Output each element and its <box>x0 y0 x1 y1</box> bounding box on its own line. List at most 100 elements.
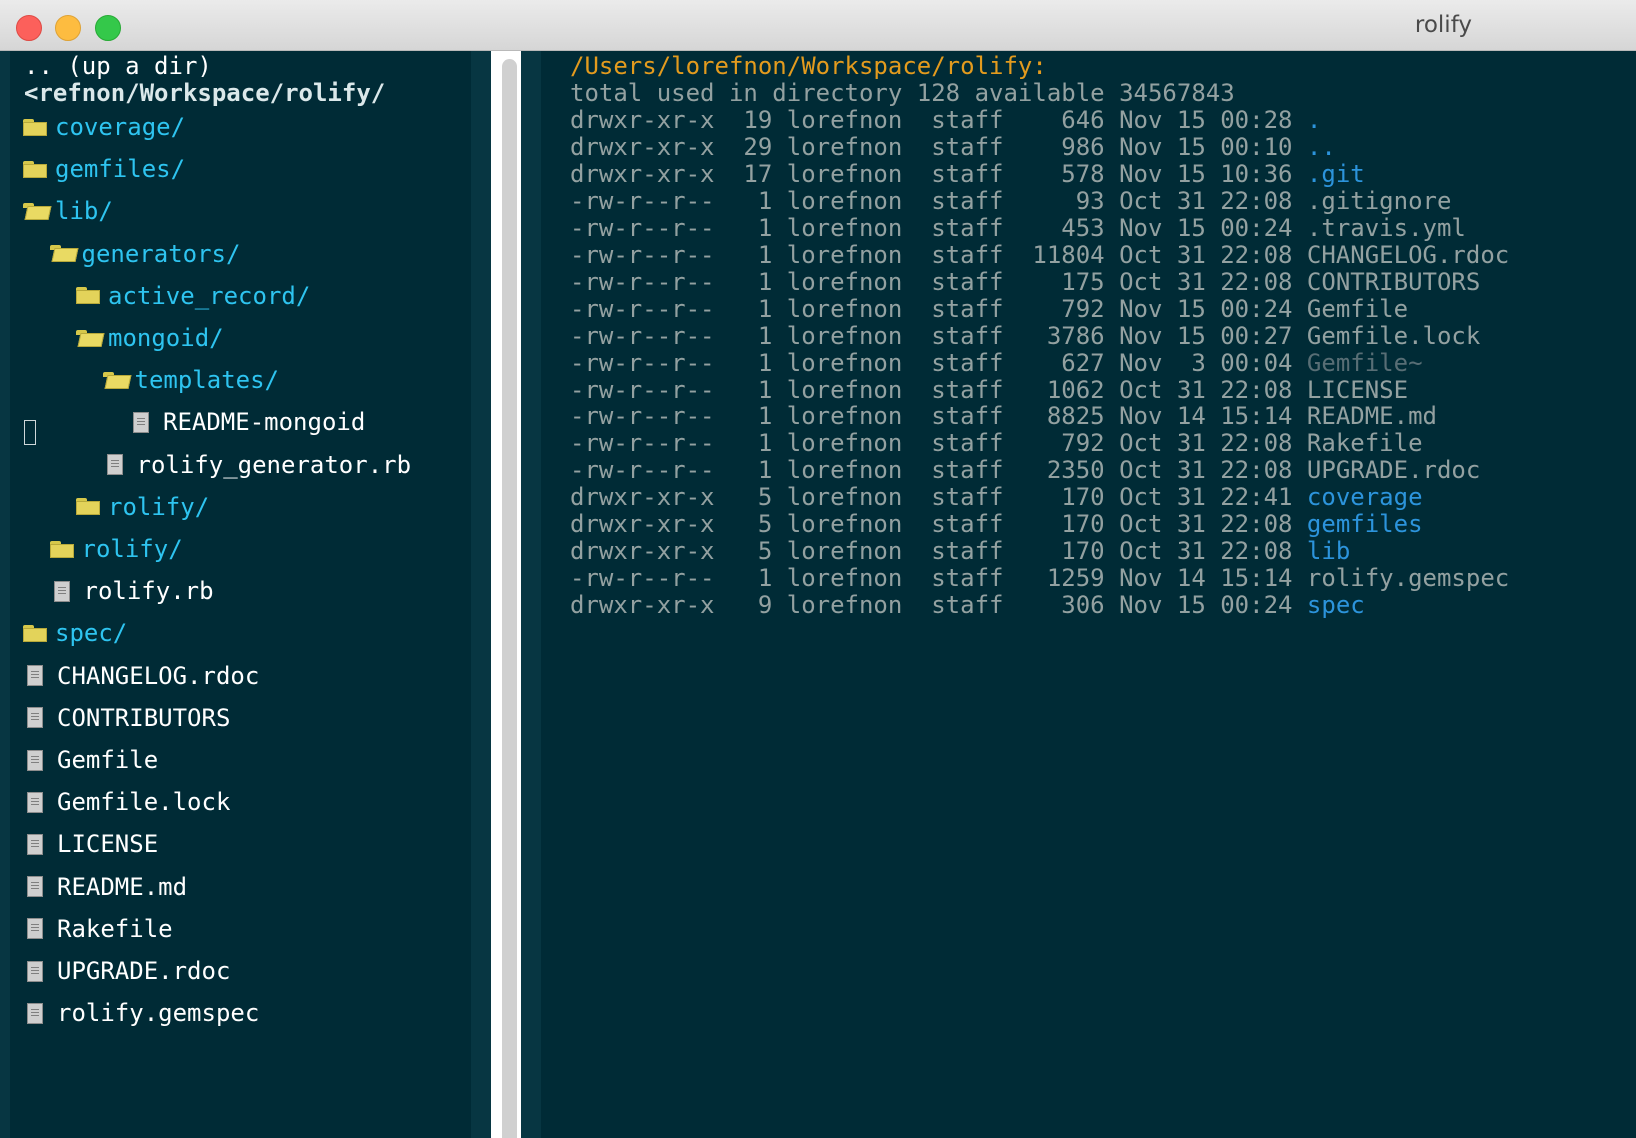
listing-row[interactable]: -rw-r--r-- 1 lorefnon staff 175 Oct 31 2… <box>570 268 1480 296</box>
tree-item-label: rolify/ <box>108 492 210 521</box>
tree-item-label: LICENSE <box>57 830 159 859</box>
folder-icon <box>23 118 47 136</box>
listing-row[interactable]: -rw-r--r-- 1 lorefnon staff 3786 Nov 15 … <box>570 322 1480 350</box>
listing-row[interactable]: -rw-r--r-- 1 lorefnon staff 1259 Nov 14 … <box>570 564 1509 592</box>
listing-row-details: -rw-r--r-- 1 lorefnon staff 3786 Nov 15 … <box>570 321 1307 350</box>
listing-row[interactable]: drwxr-xr-x 5 lorefnon staff 170 Oct 31 2… <box>570 510 1423 538</box>
listing-row-name[interactable]: rolify.gemspec <box>1307 564 1509 592</box>
tree-folder-item[interactable]: templates/ <box>102 358 279 402</box>
zoom-window-button[interactable] <box>95 15 121 41</box>
tree-item-label: gemfiles/ <box>55 155 186 184</box>
tree-item-label: spec/ <box>55 619 128 648</box>
tree-file-item[interactable]: README.md <box>27 865 187 909</box>
tree-file-item[interactable]: LICENSE <box>27 822 158 866</box>
folder-open-icon <box>76 329 100 347</box>
tree-file-item[interactable]: Rakefile <box>27 907 173 951</box>
listing-row-name[interactable]: gemfiles <box>1307 510 1423 538</box>
tree-file-item[interactable]: rolify.gemspec <box>27 991 259 1035</box>
folder-open-icon <box>23 202 47 220</box>
tree-folder-item[interactable]: active_record/ <box>76 274 310 318</box>
file-tree-pane[interactable]: .. (up a dir) <refnon/Workspace/rolify/ … <box>10 51 471 1138</box>
listing-row[interactable]: -rw-r--r-- 1 lorefnon staff 8825 Nov 14 … <box>570 402 1437 430</box>
tree-item-label: README.md <box>57 872 188 901</box>
tree-file-item[interactable]: CONTRIBUTORS <box>27 696 230 740</box>
up-dir-link[interactable]: .. (up a dir) <box>24 52 212 80</box>
close-window-button[interactable] <box>16 15 42 41</box>
tree-file-item[interactable]: Gemfile <box>27 738 158 782</box>
tree-item-label: coverage/ <box>55 113 186 141</box>
tree-item-label: rolify_generator.rb <box>136 450 412 479</box>
pane-fringe-right <box>521 51 541 1138</box>
listing-row-details: drwxr-xr-x 29 lorefnon staff 986 Nov 15 … <box>570 132 1307 161</box>
listing-row[interactable]: -rw-r--r-- 1 lorefnon staff 792 Nov 15 0… <box>570 295 1408 323</box>
tree-folder-item[interactable]: coverage/ <box>23 105 185 149</box>
tree-file-item[interactable]: rolify_generator.rb <box>106 443 412 487</box>
listing-row-details: drwxr-xr-x 5 lorefnon staff 170 Oct 31 2… <box>570 537 1307 566</box>
listing-row[interactable]: -rw-r--r-- 1 lorefnon staff 453 Nov 15 0… <box>570 214 1466 242</box>
scrollbar-thumb[interactable] <box>502 59 517 1138</box>
tree-item-label: Rakefile <box>57 914 173 943</box>
listing-row-name[interactable]: .. <box>1307 133 1336 161</box>
listing-row[interactable]: drwxr-xr-x 19 lorefnon staff 646 Nov 15 … <box>570 106 1321 134</box>
listing-row-name[interactable]: .travis.yml <box>1307 214 1466 242</box>
listing-row-details: drwxr-xr-x 17 lorefnon staff 578 Nov 15 … <box>570 159 1307 188</box>
listing-row[interactable]: -rw-r--r-- 1 lorefnon staff 11804 Oct 31… <box>570 241 1509 269</box>
listing-row-name[interactable]: .gitignore <box>1307 187 1452 215</box>
listing-row[interactable]: drwxr-xr-x 29 lorefnon staff 986 Nov 15 … <box>570 133 1336 161</box>
tree-file-item[interactable]: rolify.rb <box>53 569 214 613</box>
tree-file-item[interactable]: UPGRADE.rdoc <box>27 949 230 993</box>
pane-fringe-left <box>471 51 491 1138</box>
title-bar: rolify <box>0 0 1636 51</box>
tree-folder-item[interactable]: gemfiles/ <box>23 147 185 191</box>
listing-row[interactable]: -rw-r--r-- 1 lorefnon staff 627 Nov 3 00… <box>570 349 1423 377</box>
listing-row[interactable]: -rw-r--r-- 1 lorefnon staff 1062 Oct 31 … <box>570 376 1408 404</box>
listing-row[interactable]: drwxr-xr-x 9 lorefnon staff 306 Nov 15 0… <box>570 591 1365 619</box>
tree-folder-item[interactable]: rolify/ <box>76 485 209 529</box>
listing-row-details: -rw-r--r-- 1 lorefnon staff 792 Nov 15 0… <box>570 294 1307 323</box>
listing-row-name[interactable]: Gemfile <box>1307 295 1408 323</box>
listing-row-details: -rw-r--r-- 1 lorefnon staff 2350 Oct 31 … <box>570 456 1307 485</box>
listing-row[interactable]: drwxr-xr-x 17 lorefnon staff 578 Nov 15 … <box>570 160 1365 188</box>
tree-file-item[interactable]: README-mongoid <box>133 400 365 444</box>
tree-folder-item[interactable]: rolify/ <box>49 527 183 571</box>
file-icon <box>27 833 43 855</box>
tree-item-label: generators/ <box>81 239 241 268</box>
listing-row[interactable]: -rw-r--r-- 1 lorefnon staff 93 Oct 31 22… <box>570 187 1451 215</box>
file-icon <box>53 580 70 602</box>
tree-folder-item[interactable]: lib/ <box>23 189 113 233</box>
tree-file-item[interactable]: Gemfile.lock <box>27 780 230 824</box>
file-icon <box>27 665 43 687</box>
listing-row-name[interactable]: LICENSE <box>1307 376 1408 404</box>
tree-file-item[interactable]: CHANGELOG.rdoc <box>27 654 259 698</box>
listing-row-name[interactable]: CHANGELOG.rdoc <box>1307 241 1509 269</box>
tree-root-path: <refnon/Workspace/rolify/ <box>24 79 386 107</box>
tree-folder-item[interactable]: generators/ <box>49 232 241 276</box>
listing-row[interactable]: drwxr-xr-x 5 lorefnon staff 170 Oct 31 2… <box>570 537 1350 565</box>
tree-folder-item[interactable]: spec/ <box>23 611 127 655</box>
listing-row-name[interactable]: Gemfile~ <box>1307 349 1423 377</box>
listing-summary: total used in directory 128 available 34… <box>570 79 1235 107</box>
listing-row-name[interactable]: . <box>1307 106 1321 134</box>
file-icon <box>27 707 43 729</box>
listing-row-name[interactable]: spec <box>1307 591 1365 619</box>
file-icon <box>27 791 43 813</box>
listing-row-name[interactable]: Gemfile.lock <box>1307 322 1480 350</box>
listing-row-name[interactable]: Rakefile <box>1307 429 1423 457</box>
listing-row-name[interactable]: CONTRIBUTORS <box>1307 268 1480 296</box>
minimize-window-button[interactable] <box>55 15 81 41</box>
listing-row-details: -rw-r--r-- 1 lorefnon staff 1062 Oct 31 … <box>570 375 1307 404</box>
listing-row[interactable]: -rw-r--r-- 1 lorefnon staff 792 Oct 31 2… <box>570 429 1423 457</box>
listing-row-name[interactable]: lib <box>1307 537 1350 565</box>
tree-folder-item[interactable]: mongoid/ <box>76 316 224 360</box>
listing-row[interactable]: drwxr-xr-x 5 lorefnon staff 170 Oct 31 2… <box>570 483 1423 511</box>
listing-row-name[interactable]: .git <box>1307 160 1365 188</box>
tree-item-label: mongoid/ <box>108 324 224 352</box>
listing-row-details: -rw-r--r-- 1 lorefnon staff 175 Oct 31 2… <box>570 267 1307 296</box>
file-icon <box>133 411 149 433</box>
folder-open-icon <box>102 371 127 389</box>
listing-row[interactable]: -rw-r--r-- 1 lorefnon staff 2350 Oct 31 … <box>570 456 1480 484</box>
listing-row-details: -rw-r--r-- 1 lorefnon staff 93 Oct 31 22… <box>570 186 1307 215</box>
listing-row-name[interactable]: coverage <box>1307 483 1423 511</box>
listing-row-name[interactable]: UPGRADE.rdoc <box>1307 456 1480 484</box>
listing-row-name[interactable]: README.md <box>1307 402 1437 430</box>
